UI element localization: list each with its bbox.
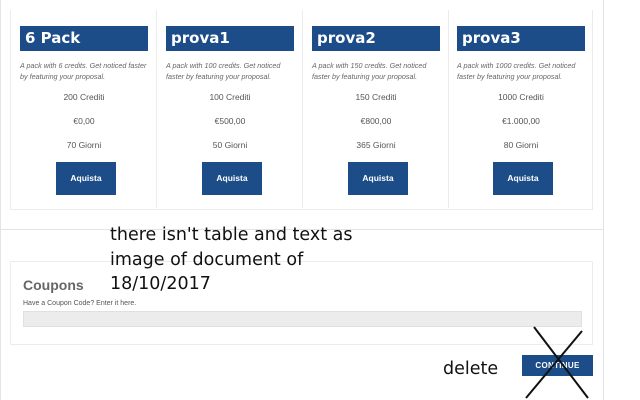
pack-credits: 150 Crediti	[355, 92, 397, 102]
pack-duration: 80 Giorni	[503, 140, 539, 150]
coupon-code-input[interactable]	[23, 311, 582, 327]
coupon-title: Coupons	[23, 277, 84, 293]
buy-button[interactable]: Aquista	[56, 162, 116, 195]
packs-panel: 6 Pack A pack with 6 credits. Get notice…	[10, 10, 593, 210]
pack-description: A pack with 1000 credits. Get noticed fa…	[457, 61, 576, 81]
pack-price: €1.000,00	[502, 116, 540, 126]
right-border	[603, 0, 604, 400]
pack-title: prova2	[312, 26, 440, 51]
pack-title: prova1	[166, 26, 294, 51]
buy-button[interactable]: Aquista	[202, 162, 262, 195]
pack-card-prova3: prova3 A pack with 1000 credits. Get not…	[448, 10, 594, 208]
pack-card-prova1: prova1 A pack with 100 credits. Get noti…	[157, 10, 303, 208]
buy-button[interactable]: Aquista	[493, 162, 553, 195]
pack-description: A pack with 6 credits. Get noticed faste…	[20, 61, 147, 81]
pack-description: A pack with 100 credits. Get noticed fas…	[166, 61, 281, 81]
left-border	[0, 0, 1, 400]
pack-duration: 365 Giorni	[356, 140, 396, 150]
pack-duration: 50 Giorni	[212, 140, 248, 150]
pack-card-6-pack: 6 Pack A pack with 6 credits. Get notice…	[11, 10, 157, 208]
pack-credits: 1000 Crediti	[498, 92, 544, 102]
pack-price: €0,00	[73, 116, 95, 126]
pack-card-prova2: prova2 A pack with 150 credits. Get noti…	[303, 10, 449, 208]
pack-credits: 200 Crediti	[63, 92, 105, 102]
pack-title: 6 Pack	[20, 26, 148, 51]
pack-price: €500,00	[214, 116, 246, 126]
pack-duration: 70 Giorni	[66, 140, 102, 150]
annotation-note: there isn't table and text as image of d…	[110, 225, 353, 294]
pack-description: A pack with 150 credits. Get noticed fas…	[312, 61, 427, 81]
continue-button[interactable]: CONTINUE	[522, 355, 593, 376]
pack-credits: 100 Crediti	[209, 92, 251, 102]
pack-price: €800,00	[360, 116, 392, 126]
coupon-help-text: Have a Coupon Code? Enter it here.	[23, 300, 137, 307]
pack-title: prova3	[457, 26, 585, 51]
buy-button[interactable]: Aquista	[348, 162, 408, 195]
annotation-delete: delete	[443, 359, 499, 379]
